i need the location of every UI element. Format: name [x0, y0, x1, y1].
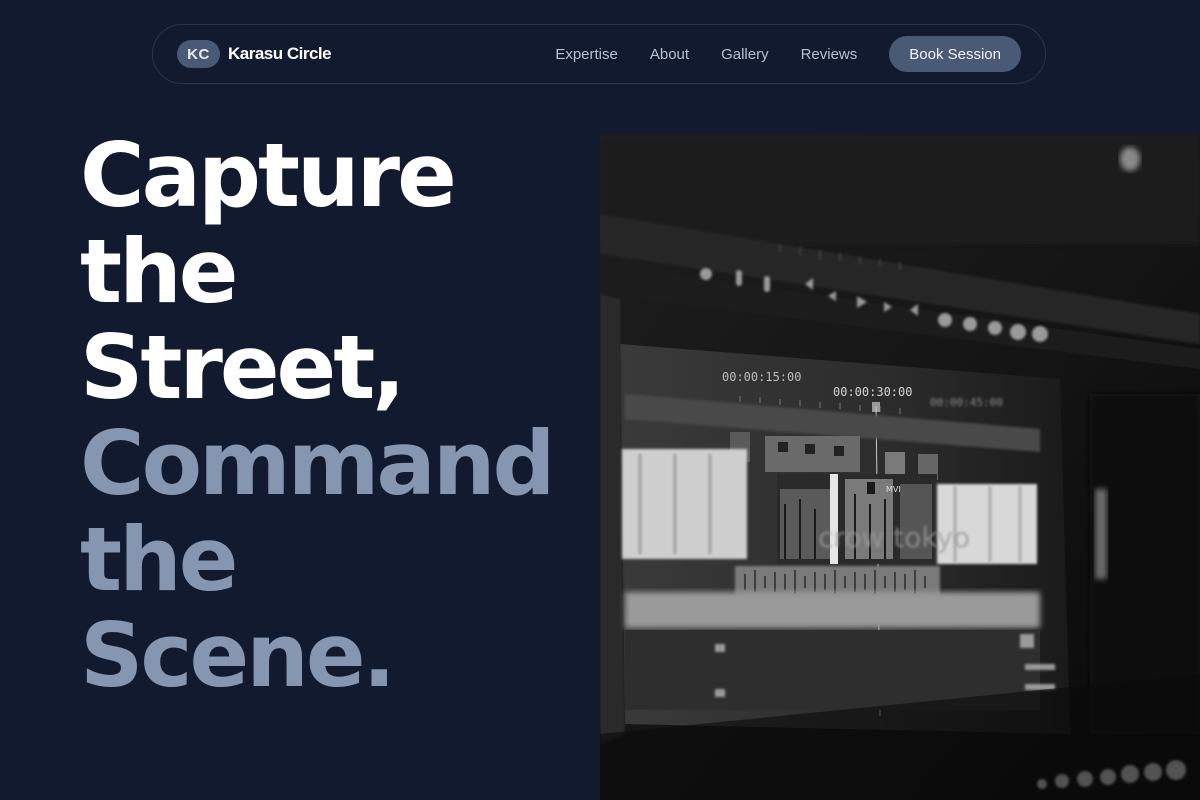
nav-link-reviews[interactable]: Reviews	[801, 46, 858, 63]
hero-line-3: Street,	[80, 316, 406, 419]
timecode-b: 00:00:30:00	[833, 385, 912, 399]
nav-link-gallery[interactable]: Gallery	[721, 46, 769, 63]
nav-link-expertise[interactable]: Expertise	[555, 46, 618, 63]
clip-tag: MVI	[886, 485, 901, 494]
timecode-a: 00:00:15:00	[722, 370, 801, 384]
nav-links: Expertise About Gallery Reviews	[555, 46, 857, 63]
overlay-caption: crow tokyo	[818, 521, 970, 554]
hero-photo-video-editor: 00:00:15:00 00:00:30:00 00:00:45:00 MVI …	[600, 134, 1200, 800]
video-editor-photo: 00:00:15:00 00:00:30:00 00:00:45:00 MVI …	[600, 134, 1200, 800]
brand-name: Karasu Circle	[228, 44, 332, 63]
hero-line-1: Capture	[80, 124, 457, 227]
book-session-button[interactable]: Book Session	[889, 36, 1021, 72]
hero-line-6: Scene.	[80, 604, 396, 707]
hero-line-5: the	[80, 508, 238, 611]
hero-line-4: Command	[80, 412, 555, 515]
hero-title: Capture the Street, Command the Scene.	[80, 124, 555, 707]
brand-logo-badge: KC	[177, 40, 220, 68]
brand[interactable]: KC Karasu Circle	[177, 40, 332, 68]
hero-line-2: the	[80, 220, 238, 323]
top-navbar: KC Karasu Circle Expertise About Gallery…	[152, 24, 1046, 84]
timecode-c: 00:00:45:00	[930, 396, 1003, 409]
nav-link-about[interactable]: About	[650, 46, 689, 63]
